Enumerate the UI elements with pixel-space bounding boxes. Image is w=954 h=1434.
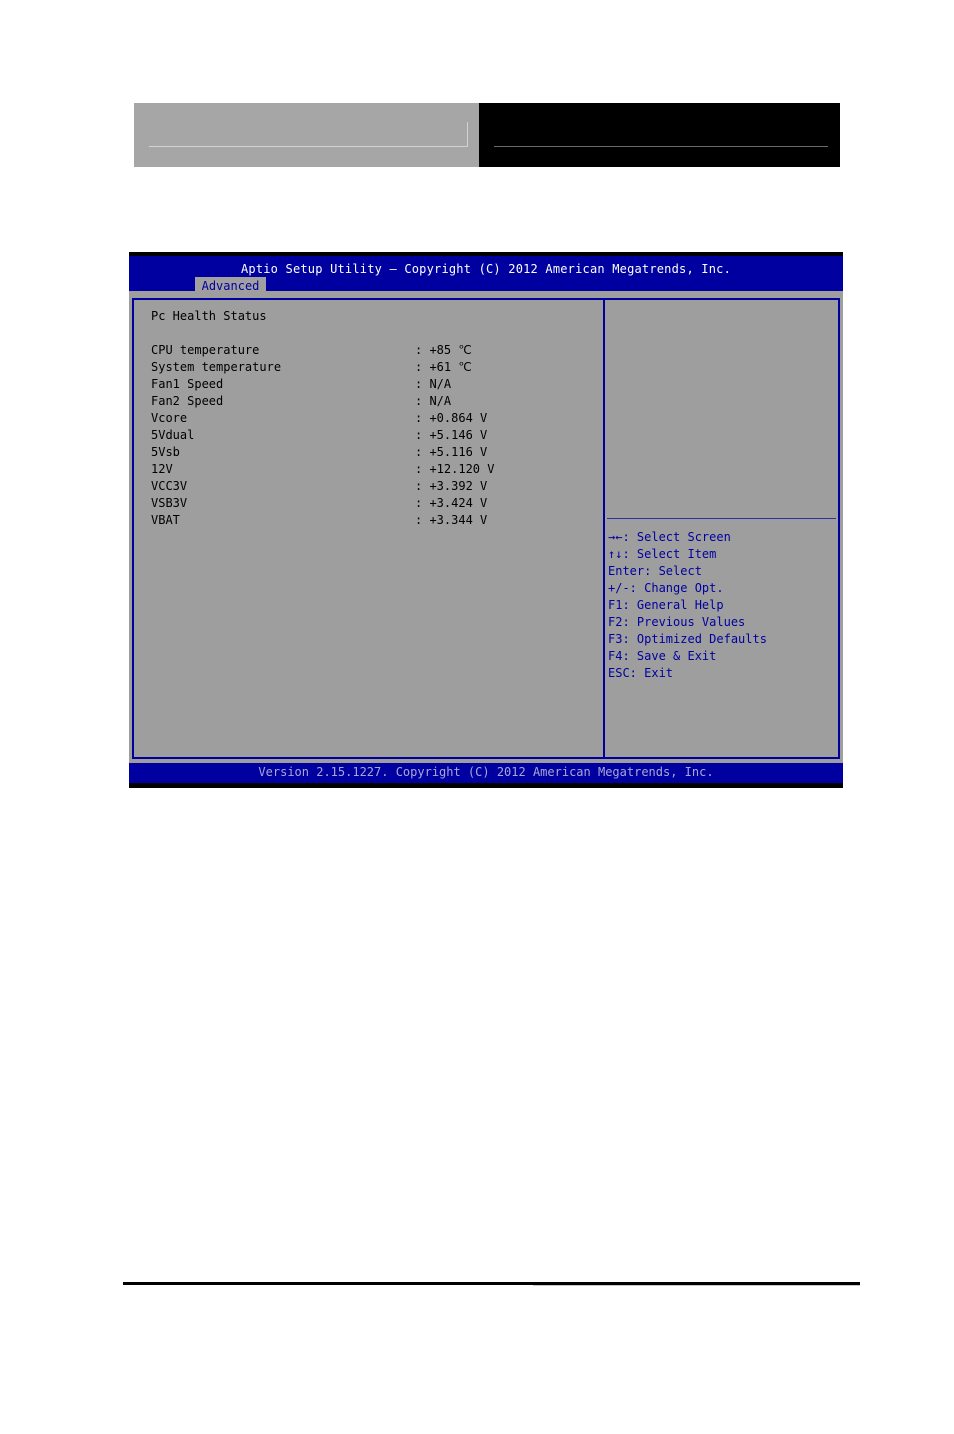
section-title: Pc Health Status — [151, 309, 267, 323]
bios-version: Version 2.15.1227. Copyright (C) 2012 Am… — [258, 765, 714, 779]
reading-row-cpu-temperature: CPU temperature : +85 ℃ — [151, 343, 472, 360]
reading-value: : +3.344 V — [415, 513, 488, 527]
page-header-left-band — [134, 103, 479, 167]
page-header-right-band — [479, 103, 840, 167]
header-rule — [494, 146, 828, 147]
page-footer-rule-shadow — [533, 1285, 860, 1286]
reading-row-5vsb: 5Vsb : +5.116 V — [151, 445, 487, 462]
reading-value: : +0.864 V — [415, 411, 488, 425]
reading-row-system-temperature: System temperature : +61 ℃ — [151, 360, 472, 377]
reading-row-5vdual: 5Vdual : +5.146 V — [151, 428, 487, 445]
reading-label: 5Vdual — [151, 428, 195, 442]
help-exit: ESC: Exit — [608, 666, 674, 680]
reading-value: : +85 ℃ — [415, 343, 472, 357]
reading-row-vsb3v: VSB3V : +3.424 V — [151, 496, 487, 513]
help-select-item: ↑↓: Select Item — [608, 547, 717, 561]
reading-value: : N/A — [415, 394, 452, 408]
reading-row-vbat: VBAT : +3.344 V — [151, 513, 487, 530]
reading-row-fan2-speed: Fan2 Speed : N/A — [151, 394, 451, 411]
help-select-screen: →←: Select Screen — [608, 530, 731, 544]
help-change-opt: +/-: Change Opt. — [608, 581, 724, 595]
bios-title-bar: Aptio Setup Utility – Copyright (C) 2012… — [129, 256, 843, 293]
help-previous-values: F2: Previous Values — [608, 615, 746, 629]
reading-label: VSB3V — [151, 496, 188, 510]
reading-value: : +3.392 V — [415, 479, 488, 493]
reading-label: VBAT — [151, 513, 180, 527]
reading-row-12v: 12V : +12.120 V — [151, 462, 494, 479]
bios-screenshot: Aptio Setup Utility – Copyright (C) 2012… — [129, 252, 843, 788]
reading-value: : +61 ℃ — [415, 360, 472, 374]
reading-value: : N/A — [415, 377, 452, 391]
reading-row-vcore: Vcore : +0.864 V — [151, 411, 487, 428]
bios-body: Pc Health Status CPU temperature : +85 ℃… — [129, 291, 843, 763]
reading-value: : +5.146 V — [415, 428, 488, 442]
bios-title: Aptio Setup Utility – Copyright (C) 2012… — [240, 262, 732, 276]
help-enter-select: Enter: Select — [608, 564, 702, 578]
reading-row-vcc3v: VCC3V : +3.392 V — [151, 479, 487, 496]
help-save-exit: F4: Save & Exit — [608, 649, 717, 663]
help-separator — [607, 518, 836, 519]
bios-footer-bar: Version 2.15.1227. Copyright (C) 2012 Am… — [129, 763, 843, 783]
reading-label: Fan2 Speed — [151, 394, 224, 408]
help-optimized-defaults: F3: Optimized Defaults — [608, 632, 767, 646]
reading-value: : +5.116 V — [415, 445, 488, 459]
reading-label: Vcore — [151, 411, 188, 425]
reading-label: VCC3V — [151, 479, 188, 493]
help-panel — [605, 298, 840, 759]
reading-label: CPU temperature — [151, 343, 260, 357]
reading-label: System temperature — [151, 360, 282, 374]
reading-value: : +12.120 V — [415, 462, 495, 476]
help-general-help: F1: General Help — [608, 598, 724, 612]
header-rule-vertical — [467, 122, 468, 147]
header-rule — [149, 146, 467, 147]
reading-value: : +3.424 V — [415, 496, 488, 510]
reading-label: 12V — [151, 462, 173, 476]
reading-row-fan1-speed: Fan1 Speed : N/A — [151, 377, 451, 394]
reading-label: 5Vsb — [151, 445, 180, 459]
reading-label: Fan1 Speed — [151, 377, 224, 391]
